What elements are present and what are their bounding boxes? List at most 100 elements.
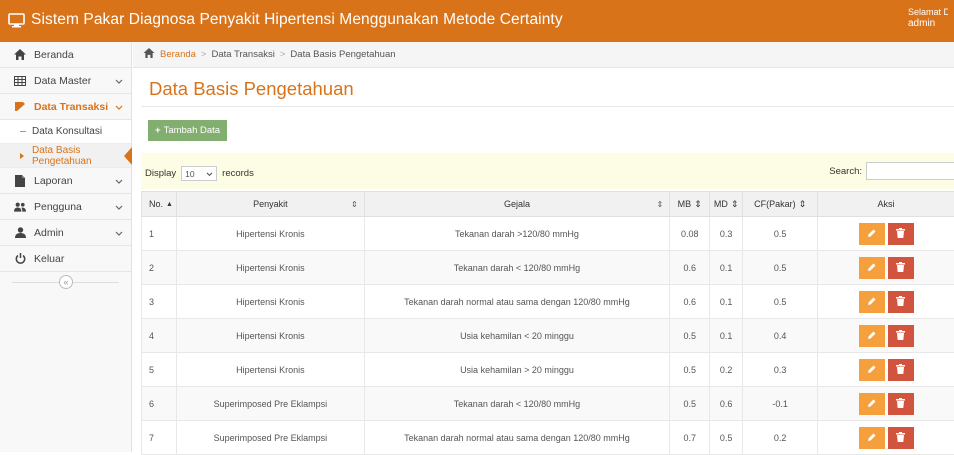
column-header-md[interactable]: MD⇕ <box>710 192 743 217</box>
records-per-page-select[interactable]: 10 <box>181 166 217 181</box>
sidebar-item-label: Pengguna <box>34 201 82 213</box>
sidebar-subitem-data-basis-pengetahuan[interactable]: Data Basis Pengetahuan <box>0 144 131 168</box>
cell-penyakit: Hipertensi Kronis <box>176 319 364 353</box>
table-header-row: No.▲ Penyakit⇕ Gejala⇕ MB⇕ MD⇕ CF(Pakar)… <box>142 192 954 217</box>
greeting-text: Selamat Datang, <box>908 7 948 18</box>
sidebar-item-admin[interactable]: Admin <box>0 220 131 246</box>
cell-gejala: Tekanan darah normal atau sama dengan 12… <box>364 421 669 455</box>
cell-mb: 0.08 <box>670 217 710 251</box>
cell-cf-pakar: 0.5 <box>743 217 818 251</box>
delete-button[interactable] <box>888 223 914 245</box>
breadcrumb-home-link[interactable]: Beranda <box>160 49 196 60</box>
add-data-button[interactable]: + Tambah Data <box>148 120 227 141</box>
cell-no: 6 <box>142 387 177 421</box>
sidebar-subitem-data-konsultasi[interactable]: Data Konsultasi <box>0 120 131 144</box>
sidebar-item-pengguna[interactable]: Pengguna <box>0 194 131 220</box>
table-row: 7Superimposed Pre EklampsiTekanan darah … <box>142 421 954 455</box>
delete-button[interactable] <box>888 359 914 381</box>
user-icon <box>14 227 26 239</box>
delete-button[interactable] <box>888 257 914 279</box>
sidebar-subitem-label: Data Basis Pengetahuan <box>32 145 131 167</box>
cell-mb: 0.7 <box>670 421 710 455</box>
cell-mb: 0.5 <box>670 319 710 353</box>
sort-icon: ⇕ <box>657 200 664 209</box>
delete-button[interactable] <box>888 393 914 415</box>
edit-button[interactable] <box>859 257 885 279</box>
column-header-gejala[interactable]: Gejala⇕ <box>364 192 669 217</box>
records-per-page-value: 10 <box>185 169 194 179</box>
chevron-down-icon <box>206 169 213 179</box>
sidebar-item-data-master[interactable]: Data Master <box>0 68 131 94</box>
sidebar-item-beranda[interactable]: Beranda <box>0 42 131 68</box>
trash-icon <box>896 228 905 240</box>
table-row: 2Hipertensi KronisTekanan darah < 120/80… <box>142 251 954 285</box>
cell-gejala: Tekanan darah normal atau sama dengan 12… <box>364 285 669 319</box>
trash-icon <box>896 330 905 342</box>
cell-cf-pakar: -0.1 <box>743 387 818 421</box>
caret-right-icon <box>20 153 24 159</box>
sidebar-item-data-transaksi[interactable]: Data Transaksi <box>0 94 131 120</box>
column-header-no[interactable]: No.▲ <box>142 192 177 217</box>
cell-mb: 0.5 <box>670 387 710 421</box>
double-chevron-left-icon[interactable]: « <box>59 275 73 289</box>
username: admin <box>908 18 948 29</box>
cell-aksi <box>818 217 954 251</box>
table-row: 6Superimposed Pre EklampsiTekanan darah … <box>142 387 954 421</box>
sidebar: Beranda Data Master Data Transaksi Data … <box>0 42 132 452</box>
delete-button[interactable] <box>888 325 914 347</box>
cell-aksi <box>818 251 954 285</box>
cell-no: 4 <box>142 319 177 353</box>
sort-icon: ⇕ <box>694 199 702 210</box>
power-icon <box>14 253 26 265</box>
cell-no: 3 <box>142 285 177 319</box>
pencil-icon <box>867 262 877 274</box>
file-icon <box>14 175 26 187</box>
cell-mb: 0.6 <box>670 251 710 285</box>
cell-gejala: Tekanan darah >120/80 mmHg <box>364 217 669 251</box>
cell-aksi <box>818 421 954 455</box>
cell-md: 0.6 <box>710 387 743 421</box>
breadcrumb: Beranda > Data Transaksi > Data Basis Pe… <box>133 42 954 68</box>
monitor-icon <box>8 13 25 28</box>
edit-button[interactable] <box>859 359 885 381</box>
cell-penyakit: Superimposed Pre Eklampsi <box>176 421 364 455</box>
cell-cf-pakar: 0.2 <box>743 421 818 455</box>
top-navbar: Sistem Pakar Diagnosa Penyakit Hipertens… <box>0 0 954 42</box>
cell-no: 7 <box>142 421 177 455</box>
delete-button[interactable] <box>888 291 914 313</box>
edit-button[interactable] <box>859 393 885 415</box>
table-controls: Display 10 records Search: <box>141 153 954 189</box>
edit-button[interactable] <box>859 223 885 245</box>
sidebar-item-keluar[interactable]: Keluar <box>0 246 131 272</box>
title-divider <box>141 106 954 107</box>
plus-icon: + <box>155 125 161 136</box>
book-icon <box>14 101 26 113</box>
edit-button[interactable] <box>859 325 885 347</box>
edit-button[interactable] <box>859 427 885 449</box>
search-input[interactable] <box>866 162 954 180</box>
sidebar-collapse-row: « <box>0 272 131 294</box>
column-header-mb[interactable]: MB⇕ <box>670 192 710 217</box>
column-header-penyakit[interactable]: Penyakit⇕ <box>176 192 364 217</box>
main-content: Beranda > Data Transaksi > Data Basis Pe… <box>133 42 954 452</box>
column-header-aksi: Aksi <box>818 192 954 217</box>
sort-asc-icon: ▲ <box>166 201 173 208</box>
home-icon <box>14 49 26 61</box>
user-menu[interactable]: Selamat Datang, admin <box>908 7 948 29</box>
page-title: Data Basis Pengetahuan <box>149 78 354 100</box>
edit-button[interactable] <box>859 291 885 313</box>
sidebar-item-laporan[interactable]: Laporan <box>0 168 131 194</box>
cell-penyakit: Hipertensi Kronis <box>176 285 364 319</box>
sidebar-subitem-label: Data Konsultasi <box>32 126 102 137</box>
app-brand[interactable]: Sistem Pakar Diagnosa Penyakit Hipertens… <box>8 11 563 29</box>
sort-icon: ⇕ <box>731 199 739 210</box>
sort-icon: ⇕ <box>799 199 807 210</box>
sidebar-item-label: Keluar <box>34 253 64 265</box>
column-header-cf-pakar[interactable]: CF(Pakar)⇕ <box>743 192 818 217</box>
home-icon <box>143 48 155 61</box>
sidebar-item-label: Laporan <box>34 175 73 187</box>
pencil-icon <box>867 296 877 308</box>
cell-penyakit: Hipertensi Kronis <box>176 251 364 285</box>
trash-icon <box>896 262 905 274</box>
delete-button[interactable] <box>888 427 914 449</box>
